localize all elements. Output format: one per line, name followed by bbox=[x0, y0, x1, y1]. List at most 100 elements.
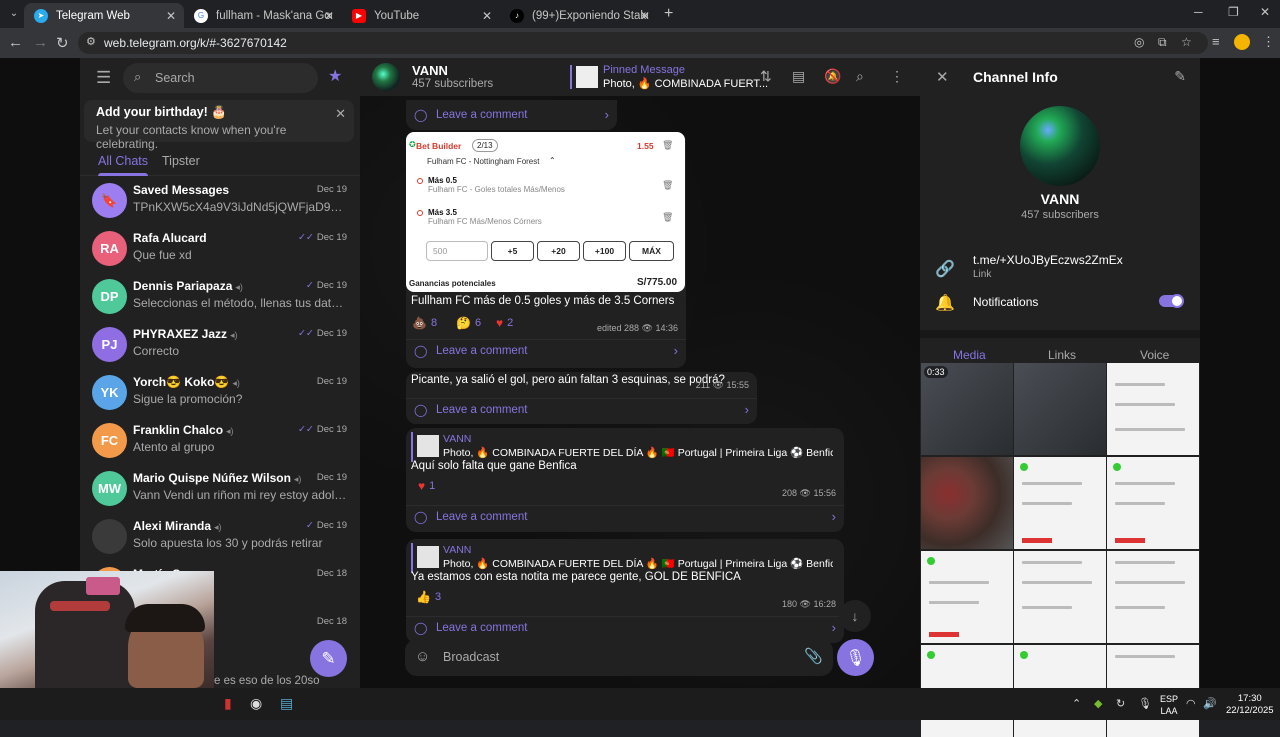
close-icon[interactable]: ✕ bbox=[936, 68, 949, 86]
reply-quote[interactable]: VANN Photo, 🔥 COMBINADA FUERTE DEL DÍA 🔥… bbox=[411, 432, 839, 462]
edit-icon[interactable]: ✎ bbox=[1174, 68, 1186, 85]
tab-tiktok[interactable]: ♪ (99+)Exponiendo Stakes y Grup ✕ bbox=[500, 3, 658, 28]
boost-icon[interactable]: ⇅ bbox=[760, 68, 772, 85]
maximize-icon[interactable]: ❐ bbox=[1228, 5, 1239, 19]
nvidia-icon[interactable]: ◆ bbox=[1094, 697, 1102, 710]
stake-plus20-button[interactable]: +20 bbox=[537, 241, 580, 261]
stake-plus100-button[interactable]: +100 bbox=[583, 241, 626, 261]
media-thumbnail[interactable] bbox=[1014, 363, 1106, 455]
emoji-icon[interactable]: ☺ bbox=[415, 648, 430, 665]
eye-off-icon[interactable]: ◎ bbox=[1134, 35, 1144, 49]
chat-list-item[interactable]: RA Rafa Alucard ✓✓ Dec 19 Que fue xd bbox=[80, 225, 360, 273]
leave-comment-button[interactable]: ◯ Leave a comment › bbox=[406, 505, 844, 527]
menu-icon[interactable]: ☰ bbox=[96, 68, 111, 88]
trash-icon[interactable]: 🗑 bbox=[662, 212, 673, 223]
sync-icon[interactable]: ↻ bbox=[1116, 697, 1125, 710]
chat-list-item[interactable]: PJ PHYRAXEZ Jazz ◂) ✓✓ Dec 19 Correcto bbox=[80, 321, 360, 369]
chat-list-item[interactable]: Alexi Miranda ◂) ✓ Dec 19 Solo apuesta los 3… bbox=[80, 513, 360, 561]
chat-list-item[interactable]: FC Franklin Chalco ◂) ✓✓ Dec 19 Atento al gru… bbox=[80, 417, 360, 465]
close-tab-icon[interactable]: ✕ bbox=[640, 9, 650, 23]
media-thumbnail[interactable] bbox=[921, 551, 1013, 643]
reply-quote[interactable]: VANN Photo, 🔥 COMBINADA FUERTE DEL DÍA 🔥… bbox=[411, 543, 839, 573]
close-banner-icon[interactable]: ✕ bbox=[335, 106, 346, 122]
chat-list-item[interactable]: DP Dennis Pariapaza ◂) ✓ Dec 19 Seleccionas e… bbox=[80, 273, 360, 321]
tab-media[interactable]: Media bbox=[953, 348, 986, 373]
notifications-toggle[interactable] bbox=[1159, 294, 1184, 308]
close-tab-icon[interactable]: ✕ bbox=[482, 9, 492, 23]
minimize-icon[interactable]: ─ bbox=[1194, 5, 1203, 19]
media-thumbnail[interactable] bbox=[1107, 551, 1199, 643]
tab-youtube[interactable]: ▶ YouTube ✕ bbox=[342, 3, 500, 28]
media-thumbnail[interactable] bbox=[1107, 457, 1199, 549]
reaction-poop[interactable]: 💩 8 bbox=[412, 316, 437, 330]
channel-title[interactable]: VANN bbox=[412, 63, 448, 78]
leave-comment-button[interactable]: ◯ Leave a comment › bbox=[406, 339, 686, 361]
media-thumbnail[interactable] bbox=[921, 457, 1013, 549]
system-clock[interactable]: 17:30 22/12/2025 bbox=[1226, 693, 1274, 717]
reload-icon[interactable]: ↻ bbox=[56, 34, 69, 52]
reaction-heart[interactable]: ♥ 2 bbox=[496, 316, 513, 330]
browser-menu-icon[interactable]: ⋮ bbox=[1262, 34, 1275, 50]
birthday-banner[interactable]: Add your birthday! 🎂 Let your contacts k… bbox=[84, 100, 354, 151]
search-input[interactable]: ⌕ Search bbox=[123, 63, 318, 93]
media-thumbnail[interactable] bbox=[1014, 457, 1106, 549]
site-info-icon[interactable]: ⚙ bbox=[86, 35, 96, 48]
tab-google[interactable]: G fullham - Mask'ana Google ✕ bbox=[184, 3, 342, 28]
profile-avatar[interactable] bbox=[1234, 34, 1250, 50]
url-input[interactable]: ⚙ web.telegram.org/k/#-3627670142 ◎ ⧉ ☆ bbox=[78, 32, 1208, 54]
leave-comment-button[interactable]: ◯ Leave a comment › bbox=[406, 616, 844, 638]
channel-avatar-large[interactable] bbox=[1020, 106, 1100, 186]
voice-record-button[interactable]: 🎙 bbox=[837, 639, 874, 676]
close-tab-icon[interactable]: ✕ bbox=[324, 9, 334, 23]
chrome-icon[interactable]: ◉ bbox=[250, 695, 262, 712]
trash-icon[interactable]: 🗑 bbox=[662, 140, 673, 151]
new-message-button[interactable]: ✎ bbox=[310, 640, 347, 677]
bet-slip-image[interactable]: ✪ Bet Builder 2/13 1.55 🗑 Fulham FC - No… bbox=[406, 132, 685, 292]
wifi-icon[interactable]: ◠ bbox=[1186, 697, 1196, 710]
chat-list-item[interactable]: MW Mario Quispe Núñez Wilson ◂) Dec 19 Vann … bbox=[80, 465, 360, 513]
close-tab-icon[interactable]: ✕ bbox=[166, 9, 176, 23]
stake-input[interactable]: 500 bbox=[426, 241, 488, 261]
language-indicator[interactable]: ESP LAA bbox=[1160, 693, 1178, 717]
premium-star-icon[interactable]: ★ bbox=[328, 66, 342, 86]
forward-icon[interactable]: → bbox=[33, 34, 48, 51]
chat-list-item[interactable]: YK Yorch😎 Koko😎 ◂) Dec 19 Sigue la promoción… bbox=[80, 369, 360, 417]
media-thumbnail[interactable]: 0:33 bbox=[921, 363, 1013, 455]
reaction-thinking[interactable]: 🤔 6 bbox=[456, 316, 481, 330]
tab-voice[interactable]: Voice bbox=[1140, 348, 1169, 362]
reading-list-icon[interactable]: ≡ bbox=[1212, 34, 1220, 49]
leave-comment-button[interactable]: ◯ Leave a comment › bbox=[406, 104, 617, 126]
notepad-icon[interactable]: ▤ bbox=[280, 695, 293, 712]
install-app-icon[interactable]: ⧉ bbox=[1158, 35, 1167, 50]
media-thumbnail[interactable] bbox=[1107, 363, 1199, 455]
close-window-icon[interactable]: ✕ bbox=[1260, 5, 1270, 19]
tab-all-chats[interactable]: All Chats bbox=[98, 154, 149, 176]
search-icon[interactable]: ⌕ bbox=[856, 68, 864, 85]
mute-icon[interactable]: 🔕 bbox=[824, 68, 841, 85]
stake-plus5-button[interactable]: +5 bbox=[491, 241, 534, 261]
tab-telegram[interactable]: ➤ Telegram Web ✕ bbox=[24, 3, 184, 28]
stake-max-button[interactable]: MÁX bbox=[629, 241, 674, 261]
chat-list-item[interactable]: 🔖 Saved Messages Dec 19 TPnKXW5cX4a9V3iJdNd… bbox=[80, 177, 360, 225]
new-tab-button[interactable]: + bbox=[664, 5, 673, 23]
message-composer[interactable]: ☺ Broadcast 📎 bbox=[405, 639, 833, 676]
reaction-thumbs-up[interactable]: 👍 3 bbox=[416, 590, 441, 604]
tab-tipster[interactable]: Tipster bbox=[162, 154, 200, 168]
tab-search-icon[interactable]: ⌄ bbox=[6, 5, 22, 21]
trash-icon[interactable]: 🗑 bbox=[662, 180, 673, 191]
pinned-message[interactable]: Pinned Message Photo, 🔥 COMBINADA FUERT.… bbox=[570, 64, 768, 90]
mic-icon[interactable]: 🎙 bbox=[1138, 697, 1152, 710]
back-icon[interactable]: ← bbox=[8, 34, 23, 51]
app-icon[interactable]: ▮ bbox=[224, 695, 232, 712]
more-icon[interactable]: ⋮ bbox=[890, 68, 904, 85]
media-thumbnail[interactable] bbox=[1014, 551, 1106, 643]
channel-link[interactable]: t.me/+XUoJByEczws2ZmEx bbox=[973, 253, 1123, 267]
attach-icon[interactable]: 📎 bbox=[804, 647, 823, 665]
scroll-down-button[interactable]: ↓ bbox=[839, 600, 871, 632]
bookmark-star-icon[interactable]: ☆ bbox=[1181, 35, 1192, 49]
tray-expand-icon[interactable]: ⌃ bbox=[1072, 697, 1081, 710]
discussion-icon[interactable]: ▤ bbox=[792, 68, 805, 85]
reaction-heart[interactable]: ♥ 1 bbox=[418, 479, 435, 493]
tab-links[interactable]: Links bbox=[1048, 348, 1076, 362]
volume-icon[interactable]: 🔊 bbox=[1203, 697, 1217, 710]
